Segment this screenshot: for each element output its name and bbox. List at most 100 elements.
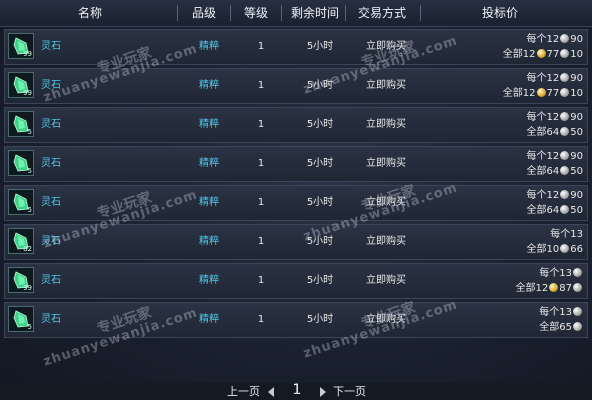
silver-coin-icon bbox=[573, 307, 582, 316]
table-row[interactable]: 99 灵石 精粹 1 5小时 立即购买 每个13 全部12 87 bbox=[4, 263, 588, 299]
item-level: 1 bbox=[257, 314, 265, 325]
item-grade: 精粹 bbox=[199, 314, 219, 325]
pagination-bar: 上一页 1 下一页 bbox=[0, 382, 592, 400]
coin-value: 10 bbox=[570, 88, 583, 99]
table-row[interactable]: 5 灵石 精粹 1 5小时 立即购买 每个12 90 全部64 50 bbox=[4, 107, 588, 143]
item-level: 1 bbox=[257, 41, 265, 52]
stack-count: 5 bbox=[27, 128, 32, 136]
price-label: 每个12 bbox=[526, 73, 560, 84]
spirit-stone-icon[interactable]: 5 bbox=[8, 111, 34, 137]
trade-mode[interactable]: 立即购买 bbox=[348, 108, 424, 142]
total-price: 全部64 50 bbox=[527, 204, 583, 218]
table-row[interactable]: 5 灵石 精粹 1 5小时 立即购买 每个13 全部65 bbox=[4, 302, 588, 338]
coin-value: 90 bbox=[570, 34, 583, 45]
bid-price: 每个12 90 全部64 50 bbox=[433, 147, 583, 181]
item-grade: 精粹 bbox=[199, 197, 219, 208]
price-label: 每个13 bbox=[539, 307, 572, 318]
trade-mode[interactable]: 立即购买 bbox=[348, 147, 424, 181]
price-label: 每个12 bbox=[526, 190, 560, 201]
header-divider bbox=[345, 5, 346, 21]
listing-table: 99 灵石 精粹 1 5小时 立即购买 每个12 90 全部12 77 10 99 灵石 精粹 1 5小时 立即… bbox=[0, 27, 592, 383]
table-row[interactable]: 5 灵石 精粹 1 5小时 立即购买 每个12 90 全部64 50 bbox=[4, 146, 588, 182]
coin-value: 77 bbox=[546, 88, 560, 99]
silver-coin-icon bbox=[560, 205, 570, 214]
unit-price: 每个12 90 bbox=[527, 33, 583, 47]
header-grade[interactable]: 品级 bbox=[184, 0, 224, 26]
time-left: 5小时 bbox=[306, 197, 334, 208]
prev-page-button[interactable]: 上一页 bbox=[227, 383, 260, 400]
trade-mode[interactable]: 立即购买 bbox=[348, 303, 424, 337]
time-left: 5小时 bbox=[306, 80, 334, 91]
price-label: 全部64 bbox=[526, 205, 560, 216]
silver-coin-icon bbox=[560, 166, 570, 175]
price-label: 每个12 bbox=[526, 34, 560, 45]
item-grade: 精粹 bbox=[199, 236, 219, 247]
next-page-button[interactable]: 下一页 bbox=[333, 383, 366, 400]
time-left: 5小时 bbox=[306, 158, 334, 169]
coin-value: 90 bbox=[570, 73, 583, 84]
table-row[interactable]: 5 灵石 精粹 1 5小时 立即购买 每个12 90 全部64 50 bbox=[4, 185, 588, 221]
unit-price: 每个12 90 bbox=[527, 111, 583, 125]
price-label: 全部12 bbox=[502, 88, 536, 99]
stack-count: 99 bbox=[23, 284, 32, 292]
header-time-left[interactable]: 剩余时间 bbox=[285, 0, 345, 26]
item-name: 灵石 bbox=[41, 314, 61, 325]
silver-coin-icon bbox=[560, 190, 570, 199]
unit-price: 每个13 bbox=[550, 228, 583, 242]
spirit-stone-icon[interactable]: 99 bbox=[8, 267, 34, 293]
header-divider bbox=[230, 5, 231, 21]
coin-value: 90 bbox=[570, 190, 583, 201]
prev-arrow-icon[interactable] bbox=[268, 387, 274, 397]
total-price: 全部65 bbox=[539, 321, 583, 335]
table-row[interactable]: 99 灵石 精粹 1 5小时 立即购买 每个12 90 全部12 77 10 bbox=[4, 68, 588, 104]
trade-mode[interactable]: 立即购买 bbox=[348, 69, 424, 103]
total-price: 全部12 77 10 bbox=[503, 87, 583, 101]
price-label: 全部10 bbox=[526, 244, 560, 255]
next-arrow-icon[interactable] bbox=[320, 387, 326, 397]
time-left: 5小时 bbox=[306, 236, 334, 247]
price-label: 全部64 bbox=[526, 127, 560, 138]
table-row[interactable]: 99 灵石 精粹 1 5小时 立即购买 每个12 90 全部12 77 10 bbox=[4, 29, 588, 65]
item-grade: 精粹 bbox=[199, 80, 219, 91]
total-price: 全部12 87 bbox=[516, 282, 583, 296]
silver-coin-icon bbox=[560, 112, 570, 121]
unit-price: 每个12 90 bbox=[527, 150, 583, 164]
spirit-stone-icon[interactable]: 99 bbox=[8, 72, 34, 98]
silver-coin-icon bbox=[573, 322, 582, 331]
item-name: 灵石 bbox=[41, 41, 61, 52]
gold-coin-icon bbox=[549, 283, 559, 292]
time-left: 5小时 bbox=[306, 41, 334, 52]
gold-coin-icon bbox=[536, 88, 546, 97]
table-row[interactable]: 82 灵石 精粹 1 5小时 立即购买 每个13 全部10 66 bbox=[4, 224, 588, 260]
header-level[interactable]: 等级 bbox=[236, 0, 276, 26]
bid-price: 每个13 全部10 66 bbox=[433, 225, 583, 259]
trade-mode[interactable]: 立即购买 bbox=[348, 186, 424, 220]
silver-coin-icon bbox=[560, 151, 570, 160]
header-name[interactable]: 名称 bbox=[60, 0, 120, 26]
item-name: 灵石 bbox=[41, 236, 61, 247]
item-level: 1 bbox=[257, 119, 265, 130]
spirit-stone-icon[interactable]: 5 bbox=[8, 150, 34, 176]
unit-price: 每个12 90 bbox=[527, 189, 583, 203]
trade-mode[interactable]: 立即购买 bbox=[348, 30, 424, 64]
trade-mode[interactable]: 立即购买 bbox=[348, 264, 424, 298]
spirit-stone-icon[interactable]: 82 bbox=[8, 228, 34, 254]
stack-count: 99 bbox=[23, 89, 32, 97]
trade-mode[interactable]: 立即购买 bbox=[348, 225, 424, 259]
coin-value: 87 bbox=[559, 283, 572, 294]
item-name: 灵石 bbox=[41, 119, 61, 130]
coin-value: 50 bbox=[570, 205, 583, 216]
spirit-stone-icon[interactable]: 5 bbox=[8, 306, 34, 332]
stack-count: 5 bbox=[27, 323, 32, 331]
price-label: 全部65 bbox=[539, 322, 572, 333]
item-grade: 精粹 bbox=[199, 119, 219, 130]
table-header: 名称 品级 等级 剩余时间 交易方式 投标价 bbox=[0, 0, 592, 27]
header-bid-price[interactable]: 投标价 bbox=[450, 0, 550, 26]
price-label: 每个12 bbox=[526, 151, 560, 162]
bid-price: 每个12 90 全部64 50 bbox=[433, 186, 583, 220]
header-trade-mode[interactable]: 交易方式 bbox=[347, 0, 417, 26]
item-grade: 精粹 bbox=[199, 41, 219, 52]
item-name: 灵石 bbox=[41, 275, 61, 286]
spirit-stone-icon[interactable]: 99 bbox=[8, 33, 34, 59]
spirit-stone-icon[interactable]: 5 bbox=[8, 189, 34, 215]
